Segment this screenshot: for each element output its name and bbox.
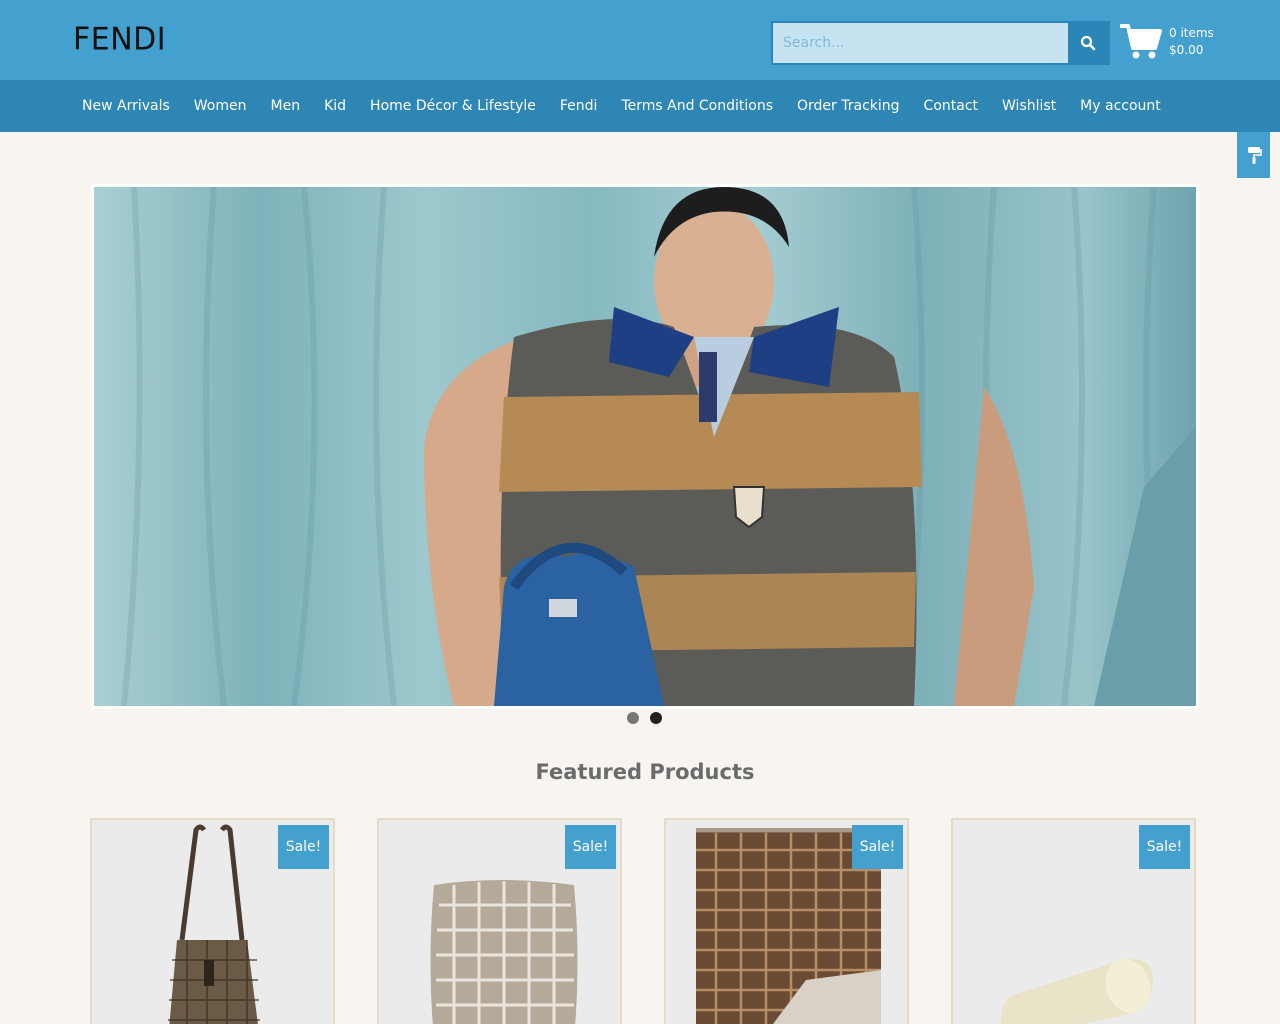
product-card[interactable]: Sale!	[377, 818, 622, 1024]
cart-icon[interactable]	[1120, 22, 1162, 60]
search-button[interactable]	[1068, 23, 1108, 63]
sale-badge: Sale!	[278, 825, 329, 869]
hero-slider	[91, 184, 1199, 709]
slider-dot-2[interactable]	[650, 712, 662, 724]
nav-item-women[interactable]: Women	[182, 98, 259, 114]
product-card[interactable]: Sale!	[90, 818, 335, 1024]
nav-item-wishlist[interactable]: Wishlist	[990, 98, 1068, 114]
nav-item-terms[interactable]: Terms And Conditions	[609, 98, 785, 114]
search-input[interactable]	[773, 23, 1068, 63]
nav-item-kid[interactable]: Kid	[312, 98, 358, 114]
sale-badge: Sale!	[565, 825, 616, 869]
nav-item-order-tracking[interactable]: Order Tracking	[785, 98, 912, 114]
nav-item-new-arrivals[interactable]: New Arrivals	[70, 98, 182, 114]
sale-badge: Sale!	[1139, 825, 1190, 869]
hero-slide-image[interactable]	[94, 187, 1196, 706]
nav-item-fendi[interactable]: Fendi	[548, 98, 610, 114]
site-logo[interactable]: FENDI	[73, 21, 166, 58]
style-switcher-tab[interactable]	[1237, 132, 1270, 178]
nav-item-men[interactable]: Men	[259, 98, 313, 114]
product-card[interactable]: Sale!	[951, 818, 1196, 1024]
sale-badge: Sale!	[852, 825, 903, 869]
main-navigation: New Arrivals Women Men Kid Home Décor & …	[0, 80, 1280, 132]
cart-items-count: 0 items	[1169, 26, 1214, 40]
nav-item-my-account[interactable]: My account	[1068, 98, 1173, 114]
slider-dot-1[interactable]	[627, 712, 639, 724]
slider-pagination	[627, 712, 662, 724]
nav-menu: New Arrivals Women Men Kid Home Décor & …	[70, 80, 1173, 132]
cart-summary[interactable]: 0 items $0.00	[1169, 25, 1214, 59]
search-form	[771, 21, 1110, 65]
nav-item-contact[interactable]: Contact	[912, 98, 990, 114]
featured-products-title: Featured Products	[535, 760, 755, 784]
product-card[interactable]: Sale!	[664, 818, 909, 1024]
search-icon	[1080, 35, 1096, 51]
site-header: FENDI 0 items $0.00	[0, 0, 1280, 80]
nav-item-home-decor[interactable]: Home Décor & Lifestyle	[358, 98, 548, 114]
cart-total: $0.00	[1169, 43, 1204, 57]
paint-roller-icon	[1247, 147, 1262, 164]
